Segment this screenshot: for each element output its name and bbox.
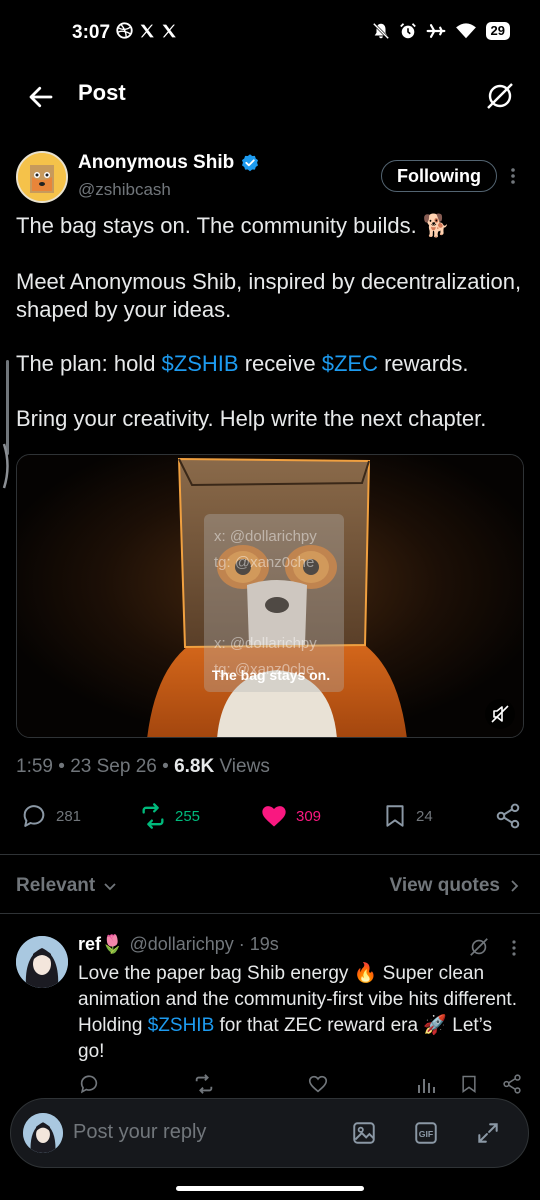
- home-indicator: [176, 1186, 364, 1191]
- bookmark-count: 24: [416, 807, 433, 825]
- dribbble-icon: [116, 22, 133, 39]
- page-title: Post: [78, 80, 126, 105]
- status-bar: 3:07 29: [0, 0, 540, 68]
- tweet-time: 1:59: [16, 756, 53, 777]
- tweet-text: receive: [238, 351, 322, 376]
- author-name[interactable]: Anonymous Shib: [78, 152, 260, 174]
- sort-relevant-dropdown[interactable]: Relevant: [16, 875, 117, 897]
- reply-icon: [20, 802, 48, 830]
- sort-label: Relevant: [16, 875, 96, 896]
- following-button[interactable]: Following: [381, 160, 497, 192]
- image-icon[interactable]: [351, 1120, 377, 1146]
- tweet-meta: 1:59 • 23 Sep 26 • 6.8K Views: [16, 756, 270, 778]
- airplane-icon: [426, 22, 446, 40]
- x-logo-icon: [161, 23, 177, 39]
- chevron-down-icon: [103, 879, 117, 893]
- reply-author-name[interactable]: ref🌷: [78, 934, 123, 955]
- views-label: Views: [214, 756, 270, 777]
- separator: •: [156, 756, 175, 777]
- reply-share-icon[interactable]: [501, 1073, 523, 1095]
- reply-header: ref🌷 @dollarichpy · 19s: [78, 934, 279, 955]
- reply-handle-text: @dollarichpy: [129, 934, 234, 954]
- alarm-icon: [399, 22, 417, 40]
- verified-badge-icon: [240, 153, 260, 173]
- reply-author-handle[interactable]: @dollarichpy · 19s: [129, 934, 278, 955]
- mute-icon[interactable]: [485, 699, 515, 729]
- heart-icon: [260, 802, 288, 830]
- chevron-right-icon: [510, 879, 520, 893]
- tweet-video[interactable]: x: @dollarichpy tg: @xanz0che x: @dollar…: [16, 454, 524, 738]
- view-quotes-label: View quotes: [389, 875, 500, 896]
- reply-avatar[interactable]: [16, 936, 68, 988]
- x-logo-icon: [139, 23, 155, 39]
- reply-views-icon[interactable]: [416, 1073, 436, 1095]
- reply-text: Love the paper bag Shib energy 🔥 Super c…: [78, 961, 523, 1065]
- cashtag-zshib[interactable]: $ZSHIB: [162, 351, 239, 376]
- like-count: 309: [296, 807, 322, 825]
- reply-repost-icon[interactable]: [192, 1073, 216, 1095]
- tweet-text: The plan: hold: [16, 351, 162, 376]
- grok-icon[interactable]: [484, 80, 516, 112]
- status-left-icons: [116, 22, 177, 39]
- reply-button[interactable]: 281: [20, 802, 81, 830]
- video-caption: The bag stays on.: [211, 667, 331, 683]
- expand-icon[interactable]: [475, 1120, 501, 1146]
- author-name-text: Anonymous Shib: [78, 152, 235, 173]
- reply-name-emoji: 🌷: [101, 934, 124, 954]
- watermark-text: tg: @xanz0che: [214, 554, 315, 571]
- author-handle[interactable]: @zshibcash: [78, 180, 171, 200]
- tweet-text-paragraph3: The plan: hold $ZSHIB receive $ZEC rewar…: [16, 350, 531, 378]
- watermark-overlay: x: @dollarichpy tg: @xanz0che x: @dollar…: [204, 514, 344, 692]
- more-options-icon[interactable]: [506, 163, 520, 189]
- repost-count: 255: [175, 807, 201, 825]
- gif-icon[interactable]: GIF: [413, 1120, 439, 1146]
- wifi-icon: [455, 22, 477, 40]
- tweet-date: 23 Sep 26: [70, 756, 157, 777]
- repost-icon: [139, 802, 167, 830]
- cashtag-zshib[interactable]: $ZSHIB: [148, 1015, 215, 1036]
- repost-button[interactable]: 255: [139, 802, 200, 830]
- battery-icon: 29: [485, 22, 510, 40]
- share-icon: [494, 802, 522, 830]
- separator: ·: [233, 934, 250, 954]
- tweet-text-line1: The bag stays on. The community builds. …: [16, 213, 451, 238]
- more-options-icon[interactable]: [508, 938, 520, 958]
- reply-heart-icon[interactable]: [307, 1073, 329, 1095]
- divider: [0, 913, 540, 914]
- tweet-text: rewards.: [377, 351, 469, 376]
- reply-author-name-text: ref: [78, 934, 102, 954]
- like-button[interactable]: 309: [260, 802, 321, 830]
- reply-time: 19s: [249, 934, 279, 954]
- watermark-text: x: @dollarichpy: [214, 635, 317, 652]
- scroll-indicator: [6, 360, 9, 455]
- views-count[interactable]: 6.8K: [174, 756, 214, 777]
- cashtag-zec[interactable]: $ZEC: [322, 351, 378, 376]
- status-time: 3:07: [72, 22, 111, 43]
- reply-count: 281: [56, 807, 82, 825]
- view-quotes-link[interactable]: View quotes: [389, 875, 520, 897]
- watermark-text: x: @dollarichpy: [214, 528, 317, 545]
- separator: •: [52, 756, 71, 777]
- tweet-text-paragraph2: Meet Anonymous Shib, inspired by decentr…: [16, 269, 522, 322]
- top-bar: Post: [0, 68, 540, 128]
- divider: [0, 854, 540, 855]
- reply-bookmark-icon[interactable]: [459, 1073, 479, 1095]
- back-arrow-icon[interactable]: [26, 82, 56, 112]
- status-right-icons: 29: [372, 22, 510, 40]
- scroll-handle[interactable]: [2, 442, 12, 490]
- svg-text:GIF: GIF: [419, 1129, 433, 1139]
- tweet-text-paragraph4: Bring your creativity. Help write the ne…: [16, 406, 487, 431]
- reply-composer: GIF: [10, 1098, 529, 1168]
- reply-input[interactable]: [73, 1121, 333, 1144]
- share-button[interactable]: [494, 802, 522, 830]
- reply-reply-icon[interactable]: [78, 1073, 100, 1095]
- author-avatar[interactable]: [16, 151, 68, 203]
- bell-off-icon: [372, 22, 390, 40]
- bookmark-button[interactable]: 24: [382, 802, 433, 830]
- bookmark-icon: [382, 802, 408, 830]
- composer-avatar: [23, 1113, 63, 1153]
- grok-icon[interactable]: [468, 936, 490, 958]
